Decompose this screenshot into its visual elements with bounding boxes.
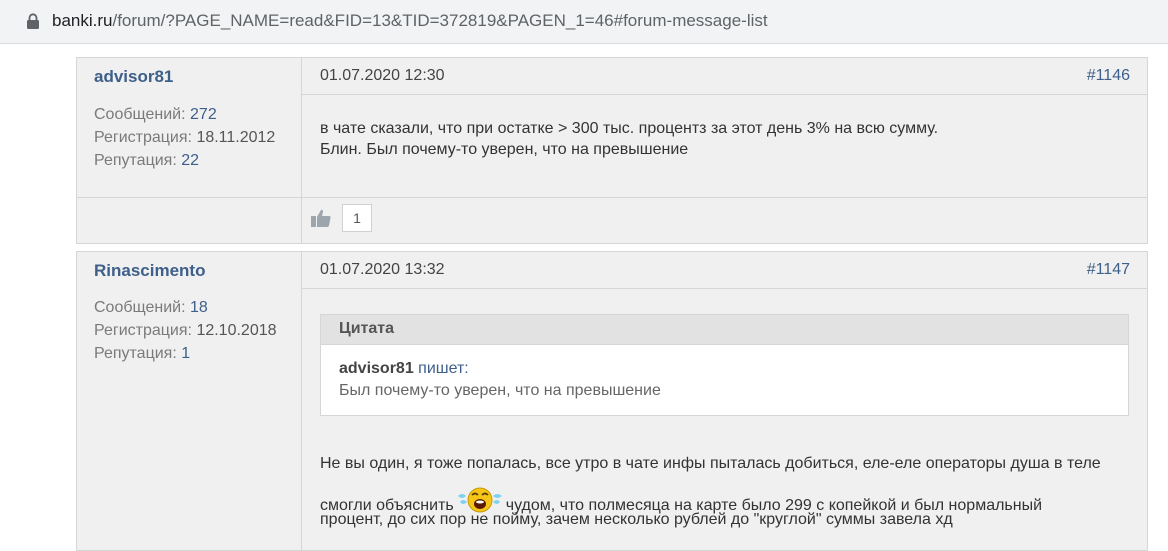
quote-title: Цитата (339, 320, 394, 337)
post-number-link[interactable]: #1146 (1087, 67, 1130, 85)
messages-label: Сообщений: (94, 299, 186, 316)
post-text-line: в чате сказали, что при остатке > 300 ты… (320, 120, 939, 137)
messages-label: Сообщений: (94, 106, 186, 123)
post-text-line: Блин. Был почему-то уверен, что на превы… (320, 141, 689, 158)
post-text-line: Не вы один, я тоже попалась, все утро в … (320, 455, 1101, 472)
author-messages-stat: Сообщений: 272 (94, 106, 217, 124)
registration-date: 18.11.2012 (196, 129, 276, 146)
post-header: 01.07.2020 12:30 #1146 (302, 58, 1147, 95)
quote-text: Был почему-то уверен, что на превышение (339, 382, 661, 399)
url-host: banki.ru (52, 11, 113, 30)
author-reputation-stat: Репутация: 22 (94, 152, 199, 170)
reputation-value-link[interactable]: 22 (181, 152, 199, 169)
author-name-link[interactable]: Rinascimento (94, 261, 205, 281)
reputation-label: Репутация: (94, 152, 177, 169)
author-registration-stat: Регистрация: 12.10.2018 (94, 322, 277, 340)
quote-writes-label: пишет: (418, 360, 469, 377)
url-path: /forum/?PAGE_NAME=read&FID=13&TID=372819… (112, 11, 768, 30)
post-number-link[interactable]: #1147 (1087, 261, 1130, 279)
quote-author-name: advisor81 (339, 360, 414, 377)
thumbs-up-icon[interactable] (310, 208, 332, 228)
post-text-line: процент, до сих пор не пойму, зачем неск… (320, 511, 953, 528)
reputation-value-link[interactable]: 1 (181, 345, 190, 362)
messages-count-link[interactable]: 18 (190, 299, 208, 316)
author-registration-stat: Регистрация: 18.11.2012 (94, 129, 275, 147)
post-date: 01.07.2020 12:30 (320, 67, 445, 84)
author-panel-divider (77, 197, 301, 198)
author-reputation-stat: Репутация: 1 (94, 345, 190, 363)
url-text[interactable]: banki.ru/forum/?PAGE_NAME=read&FID=13&TI… (52, 11, 768, 31)
quote-block: Цитата advisor81 пишет: Был почему-то ув… (320, 314, 1129, 416)
post-author-panel: Rinascimento Сообщений: 18 Регистрация: … (77, 252, 302, 550)
lock-icon (27, 13, 39, 29)
registration-date: 12.10.2018 (196, 322, 277, 339)
post-date: 01.07.2020 13:32 (320, 261, 445, 278)
author-name-link[interactable]: advisor81 (94, 67, 173, 87)
reputation-label: Репутация: (94, 345, 177, 362)
browser-address-bar[interactable]: banki.ru/forum/?PAGE_NAME=read&FID=13&TI… (0, 0, 1168, 44)
messages-count-link[interactable]: 272 (190, 106, 217, 123)
post-body: 01.07.2020 12:30 #1146 в чате сказали, ч… (302, 58, 1147, 243)
forum-post: Rinascimento Сообщений: 18 Регистрация: … (76, 251, 1148, 551)
registration-label: Регистрация: (94, 129, 192, 146)
post-header: 01.07.2020 13:32 #1147 (302, 252, 1147, 289)
quote-header: Цитата (321, 315, 1128, 345)
post-author-panel: advisor81 Сообщений: 272 Регистрация: 18… (77, 58, 302, 243)
registration-label: Регистрация: (94, 322, 192, 339)
quote-author-line: advisor81 пишет: (339, 360, 469, 378)
post-body: 01.07.2020 13:32 #1147 Цитата advisor81 … (302, 252, 1147, 550)
like-count: 1 (342, 204, 372, 232)
author-messages-stat: Сообщений: 18 (94, 299, 208, 317)
post-footer: 1 (302, 197, 1147, 245)
forum-post: advisor81 Сообщений: 272 Регистрация: 18… (76, 57, 1148, 244)
